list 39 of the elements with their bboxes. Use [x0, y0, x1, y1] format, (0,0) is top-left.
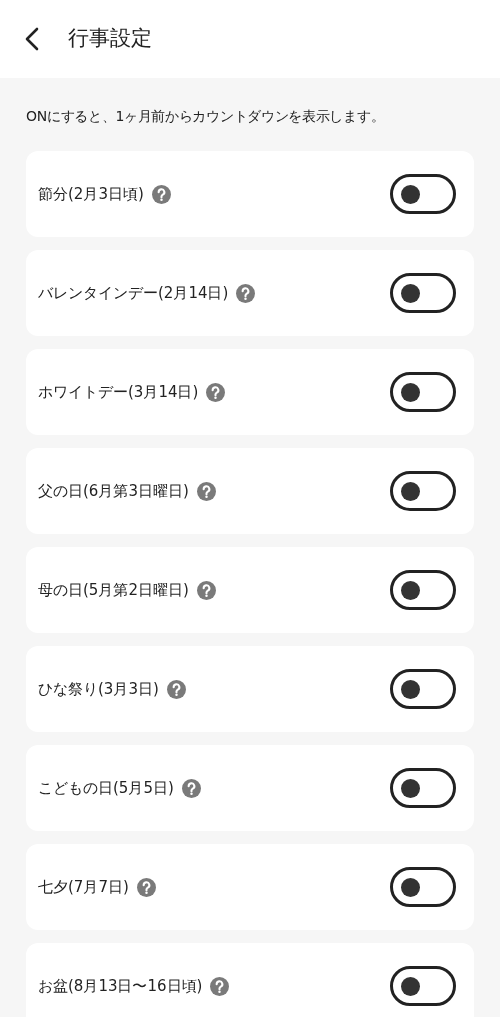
toggle-switch[interactable] — [390, 372, 456, 412]
event-label: 七夕(7月7日) — [38, 876, 129, 898]
help-icon[interactable] — [136, 877, 156, 897]
help-icon[interactable] — [196, 481, 216, 501]
toggle-switch[interactable] — [390, 669, 456, 709]
toggle-knob — [401, 481, 420, 501]
help-icon[interactable] — [181, 778, 201, 798]
toggle-knob — [401, 877, 420, 897]
toggle-switch[interactable] — [390, 867, 456, 907]
toggle-knob — [401, 382, 420, 402]
toggle-switch[interactable] — [390, 273, 456, 313]
event-label: 父の日(6月第3日曜日) — [38, 480, 189, 502]
toggle-switch[interactable] — [390, 570, 456, 610]
event-label: 節分(2月3日頃) — [38, 183, 144, 205]
toggle-switch[interactable] — [390, 471, 456, 511]
event-label: お盆(8月13日〜16日頃) — [38, 975, 203, 997]
event-label: 母の日(5月第2日曜日) — [38, 579, 189, 601]
toggle-knob — [401, 778, 420, 798]
help-icon[interactable] — [236, 283, 256, 303]
back-icon[interactable] — [24, 26, 40, 52]
page-title: 行事設定 — [68, 25, 152, 53]
event-label: こどもの日(5月5日) — [38, 777, 174, 799]
event-label: ひな祭り(3月3日) — [38, 678, 159, 700]
toggle-knob — [401, 184, 420, 204]
help-icon[interactable] — [196, 580, 216, 600]
event-label: ホワイトデー(3月14日) — [38, 381, 199, 403]
event-label: バレンタインデー(2月14日) — [38, 282, 229, 304]
toggle-knob — [401, 580, 420, 600]
toggle-switch[interactable] — [390, 768, 456, 808]
help-icon[interactable] — [206, 382, 226, 402]
toggle-switch[interactable] — [390, 174, 456, 214]
toggle-knob — [401, 976, 420, 996]
help-icon[interactable] — [151, 184, 171, 204]
toggle-knob — [401, 679, 420, 699]
toggle-switch[interactable] — [390, 966, 456, 1006]
help-icon[interactable] — [210, 976, 230, 996]
toggle-knob — [401, 283, 420, 303]
help-icon[interactable] — [166, 679, 186, 699]
description-text: ONにすると、1ヶ月前からカウントダウンを表示します。 — [26, 107, 386, 126]
